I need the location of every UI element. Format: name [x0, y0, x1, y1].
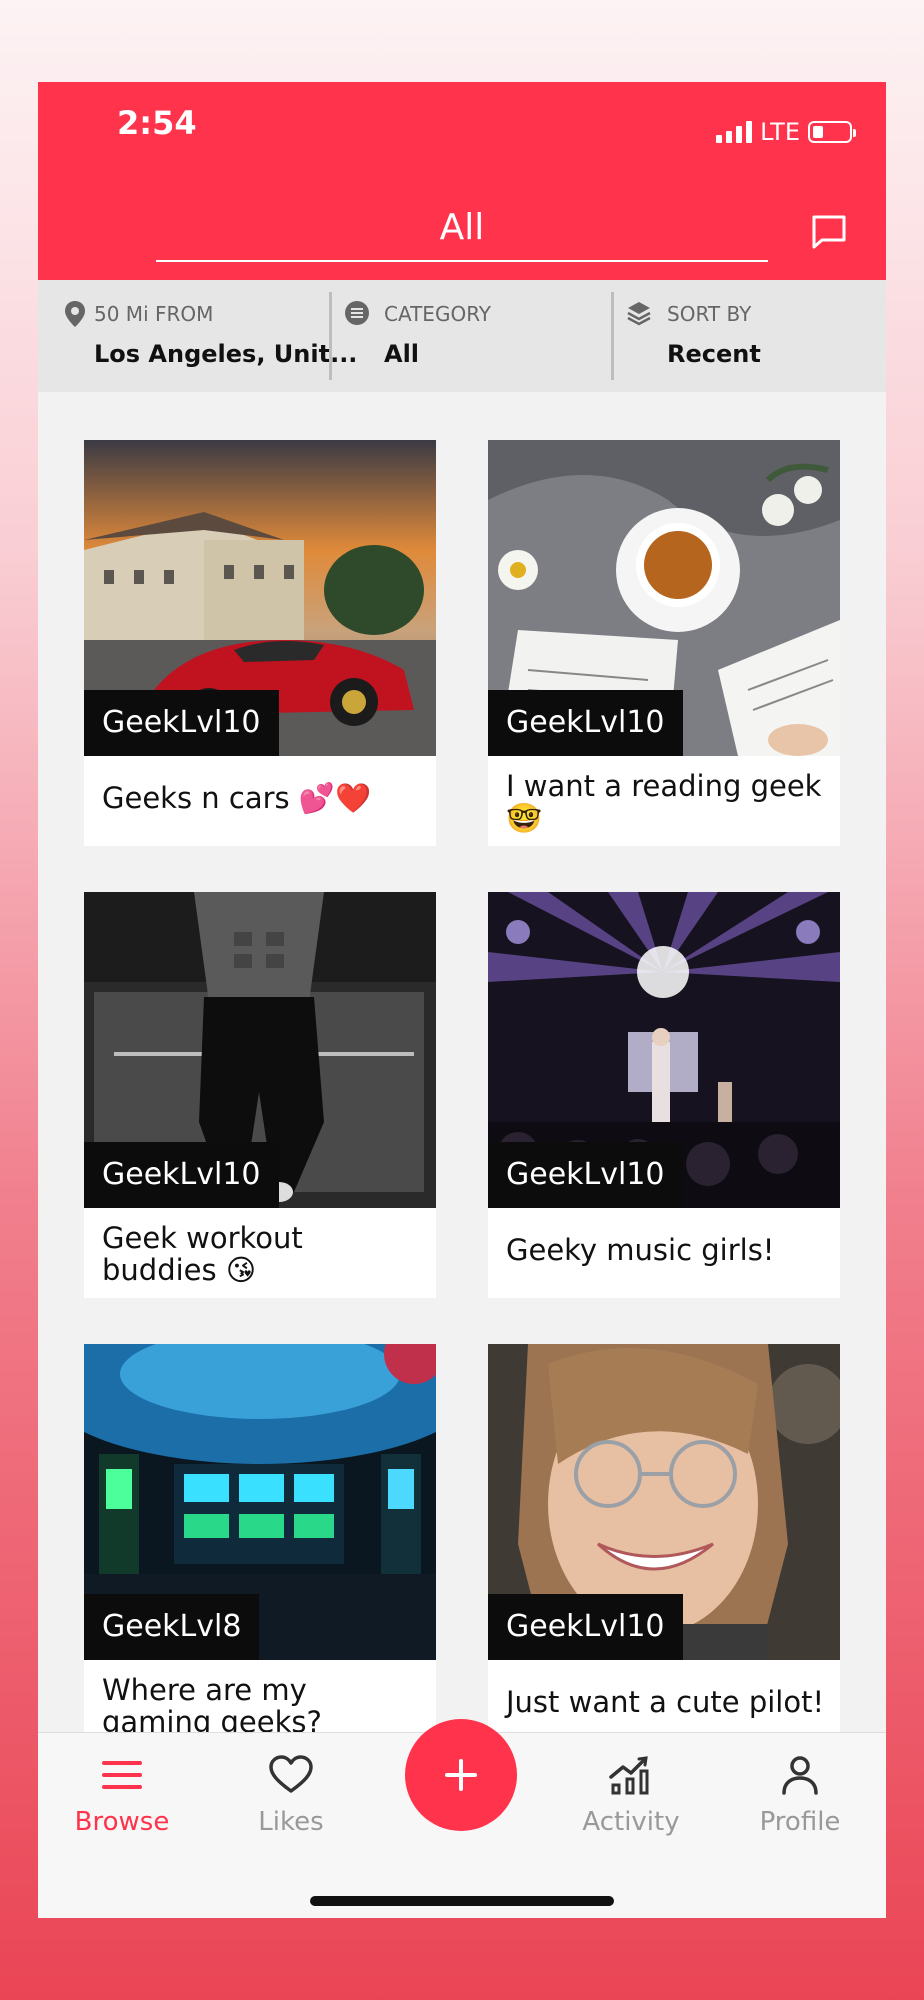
nav-browse[interactable]: Browse: [52, 1755, 192, 1837]
plus-icon: [445, 1759, 477, 1791]
post-username: GeekLvl10: [488, 1594, 683, 1660]
post-username: GeekLvl10: [488, 1142, 683, 1208]
post-username: GeekLvl8: [84, 1594, 260, 1660]
list-circle-icon: [345, 301, 369, 325]
category-filter-value: All: [384, 340, 420, 368]
activity-chart-icon: [609, 1756, 649, 1795]
post-username: GeekLvl10: [488, 690, 683, 756]
person-icon: [782, 1756, 818, 1795]
post-card[interactable]: GeekLvl10 Geeks n cars 💕❤️: [84, 440, 436, 846]
sort-filter-value: Recent: [667, 340, 761, 368]
layers-icon: [627, 302, 651, 326]
nav-likes[interactable]: Likes: [221, 1755, 361, 1837]
post-caption: Geek workout buddies 😘: [102, 1221, 303, 1287]
home-indicator: [310, 1896, 614, 1906]
nav-activity-label: Activity: [582, 1807, 680, 1837]
post-caption: I want a reading geek 🤓: [506, 769, 822, 835]
menu-icon: [102, 1761, 142, 1789]
app-header: 2:54 LTE All: [38, 82, 886, 280]
post-caption: Just want a cute pilot!: [506, 1685, 825, 1719]
nav-profile[interactable]: Profile: [730, 1755, 870, 1837]
sort-filter[interactable]: SORT BY Recent: [627, 280, 867, 392]
post-username: GeekLvl10: [84, 690, 279, 756]
chat-icon: [812, 215, 846, 249]
post-caption: Geeky music girls!: [506, 1233, 775, 1267]
nav-profile-label: Profile: [759, 1807, 841, 1837]
nav-likes-label: Likes: [258, 1807, 324, 1837]
post-card[interactable]: GeekLvl10 Geeky music girls!: [488, 892, 840, 1298]
create-post-button[interactable]: [405, 1719, 517, 1831]
sort-filter-label: SORT BY: [667, 302, 752, 326]
post-caption: Where are my gaming geeks?: [102, 1673, 322, 1739]
location-filter[interactable]: 50 Mi FROM Los Angeles, Unit...: [64, 280, 357, 392]
post-card[interactable]: GeekLvl10 Just want a cute pilot!: [488, 1344, 840, 1732]
location-filter-label: 50 Mi FROM: [94, 302, 214, 326]
filter-divider: [329, 292, 332, 380]
location-pin-icon: [65, 301, 85, 327]
tab-underline: [156, 260, 768, 262]
nav-activity[interactable]: Activity: [561, 1755, 701, 1837]
bottom-nav: Browse Likes Activity Profile: [38, 1719, 886, 1918]
category-filter[interactable]: CATEGORY All: [344, 280, 604, 392]
filter-bar: 50 Mi FROM Los Angeles, Unit... CATEGORY…: [38, 280, 886, 392]
post-card[interactable]: GeekLvl8 Where are my gaming geeks?: [84, 1344, 436, 1738]
nav-browse-label: Browse: [74, 1807, 170, 1837]
post-card[interactable]: GeekLvl10 I want a reading geek 🤓: [488, 440, 840, 846]
battery-icon: [808, 121, 856, 143]
post-caption: Geeks n cars 💕❤️: [102, 781, 372, 815]
network-type: LTE: [760, 118, 800, 146]
status-indicators: LTE: [716, 118, 856, 146]
app-screen: 2:54 LTE All 50 Mi FROM Los Angeles, Uni…: [38, 82, 886, 1918]
signal-icon: [716, 121, 753, 143]
post-card[interactable]: GeekLvl10 Geek workout buddies 😘: [84, 892, 436, 1298]
status-time: 2:54: [117, 104, 197, 142]
messages-button[interactable]: [809, 212, 849, 252]
category-filter-label: CATEGORY: [384, 302, 492, 326]
filter-divider: [611, 292, 614, 380]
post-username: GeekLvl10: [84, 1142, 279, 1208]
heart-icon: [269, 1755, 313, 1793]
location-filter-value: Los Angeles, Unit...: [94, 340, 358, 368]
tab-all[interactable]: All: [156, 207, 768, 248]
